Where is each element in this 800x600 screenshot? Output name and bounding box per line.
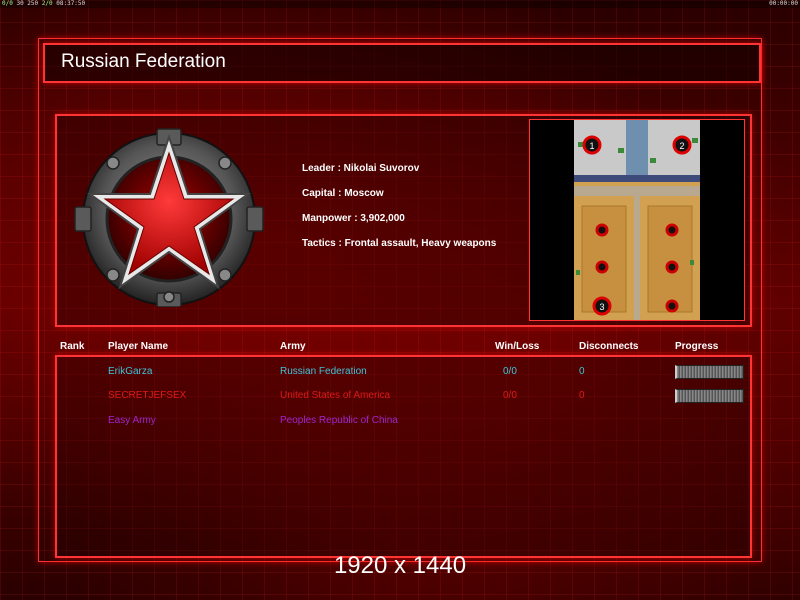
- status-value-b: 30 250: [16, 0, 39, 7]
- player-army: Peoples Republic of China: [280, 415, 398, 426]
- start-position-1[interactable]: 1: [582, 135, 602, 155]
- map-preview[interactable]: 1 2 3: [529, 119, 745, 321]
- player-name: ErikGarza: [108, 366, 153, 377]
- player-name: Easy Army: [108, 415, 156, 426]
- manpower-text: Manpower : 3,902,000: [302, 213, 405, 224]
- header-rank: Rank: [60, 341, 85, 352]
- table-row: SECRETJEFSEX United States of America 0/…: [0, 389, 800, 404]
- red-star-emblem-icon: [74, 128, 264, 307]
- capital-text: Capital : Moscow: [302, 188, 384, 199]
- player-army: United States of America: [280, 390, 391, 401]
- start-position-2[interactable]: 2: [672, 135, 692, 155]
- svg-text:1: 1: [589, 141, 594, 151]
- player-name: SECRETJEFSEX: [108, 390, 187, 401]
- start-position-3[interactable]: 3: [592, 296, 612, 316]
- player-win-loss: 0/0: [503, 390, 517, 401]
- status-value-a: 0/0: [2, 0, 13, 7]
- faction-details: Leader : Nikolai Suvorov Capital : Mosco…: [302, 163, 496, 263]
- header-progress: Progress: [675, 341, 719, 352]
- title-bar: Russian Federation: [43, 43, 761, 83]
- status-value-c: 2/0: [41, 0, 53, 7]
- status-time-left: 08:37:50: [56, 0, 86, 7]
- player-army: Russian Federation: [280, 366, 367, 377]
- table-row: Easy Army Peoples Republic of China: [0, 415, 800, 429]
- status-time-right: 00:00:00: [769, 0, 798, 7]
- header-player-name: Player Name: [108, 341, 169, 352]
- page-title: Russian Federation: [61, 51, 226, 72]
- leader-text: Leader : Nikolai Suvorov: [302, 163, 420, 174]
- header-win-loss: Win/Loss: [495, 341, 540, 352]
- tactics-text: Tactics : Frontal assault, Heavy weapons: [302, 238, 497, 249]
- header-army: Army: [280, 341, 306, 352]
- player-win-loss: 0/0: [503, 366, 517, 377]
- player-disconnects: 0: [579, 366, 585, 377]
- progress-bar: [675, 365, 744, 379]
- svg-text:2: 2: [679, 141, 684, 151]
- resolution-caption: 1920 x 1440: [333, 552, 467, 579]
- status-bar: 0/0 30 250 2/0 08:37:50 00:00:00: [0, 0, 800, 8]
- header-disconnects: Disconnects: [579, 341, 639, 352]
- player-disconnects: 0: [579, 390, 585, 401]
- svg-text:3: 3: [599, 302, 604, 312]
- table-row: ErikGarza Russian Federation 0/0 0: [0, 365, 800, 380]
- player-table-panel: [55, 355, 752, 558]
- progress-bar: [675, 389, 744, 403]
